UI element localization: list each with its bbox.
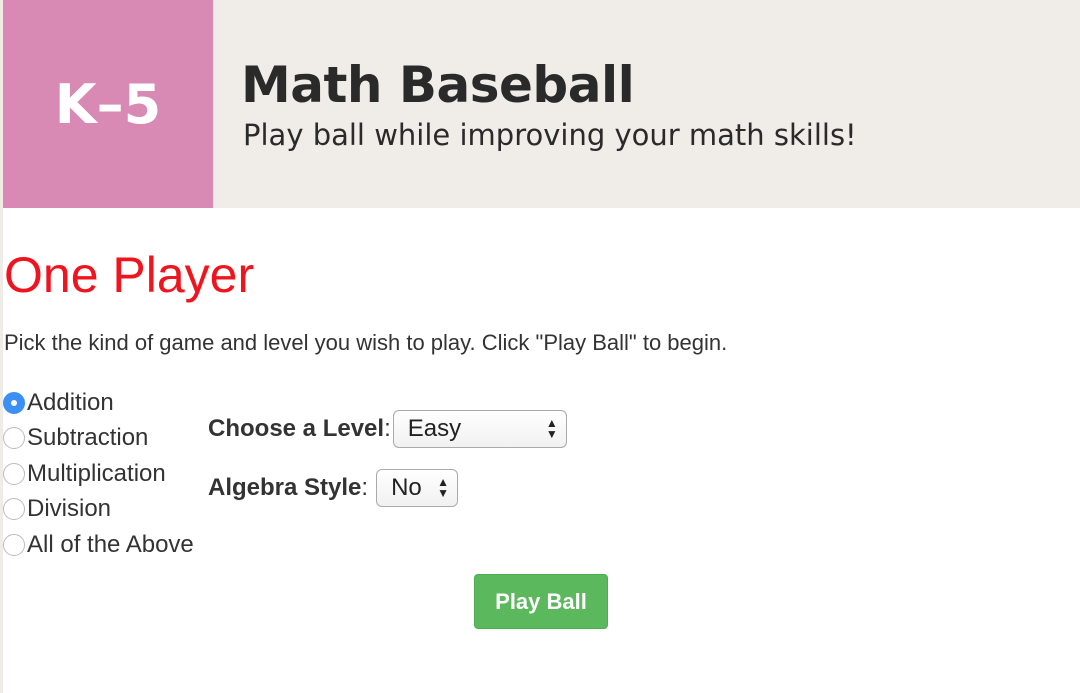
- level-field: Choose a Level: Easy ▲ ▼: [208, 410, 567, 448]
- colon: :: [361, 474, 369, 501]
- radio-button-icon[interactable]: [3, 533, 25, 556]
- algebra-value: No: [391, 474, 422, 501]
- radio-all[interactable]: All of the Above: [3, 527, 194, 563]
- logo[interactable]: K–5: [3, 0, 213, 208]
- radio-division[interactable]: Division: [3, 492, 194, 528]
- radio-subtraction[interactable]: Subtraction: [3, 421, 194, 457]
- instructions: Pick the kind of game and level you wish…: [4, 330, 728, 355]
- radio-button-icon[interactable]: [3, 462, 25, 485]
- radio-label: Division: [27, 495, 112, 523]
- radio-addition[interactable]: Addition: [3, 385, 194, 421]
- level-value: Easy: [407, 415, 462, 442]
- level-label: Choose a Level: [208, 415, 385, 442]
- site-subtitle: Play ball while improving your math skil…: [243, 118, 857, 152]
- radio-label: All of the Above: [27, 530, 194, 558]
- radio-label: Addition: [27, 388, 114, 416]
- radio-label: Subtraction: [27, 424, 149, 452]
- colon: :: [384, 415, 391, 442]
- level-select[interactable]: Easy ▲ ▼: [392, 410, 567, 448]
- select-arrows-icon: ▲ ▼: [437, 475, 450, 500]
- radio-button-icon[interactable]: [3, 427, 25, 450]
- radio-button-icon[interactable]: [3, 498, 25, 521]
- site-header: K–5 Math Baseball Play ball while improv…: [3, 0, 1080, 208]
- algebra-label: Algebra Style: [208, 474, 362, 501]
- page-title: One Player: [4, 247, 255, 303]
- algebra-select[interactable]: No ▲ ▼: [376, 469, 459, 507]
- play-ball-button[interactable]: Play Ball: [474, 574, 608, 629]
- select-arrows-icon: ▲ ▼: [545, 416, 558, 441]
- algebra-field: Algebra Style: No ▲ ▼: [208, 469, 459, 507]
- site-title: Math Baseball: [241, 56, 635, 114]
- radio-label: Multiplication: [27, 459, 166, 487]
- radio-multiplication[interactable]: Multiplication: [3, 456, 194, 492]
- radio-button-icon[interactable]: [3, 391, 25, 414]
- game-type-group: Addition Subtraction Multiplication Divi…: [3, 385, 194, 563]
